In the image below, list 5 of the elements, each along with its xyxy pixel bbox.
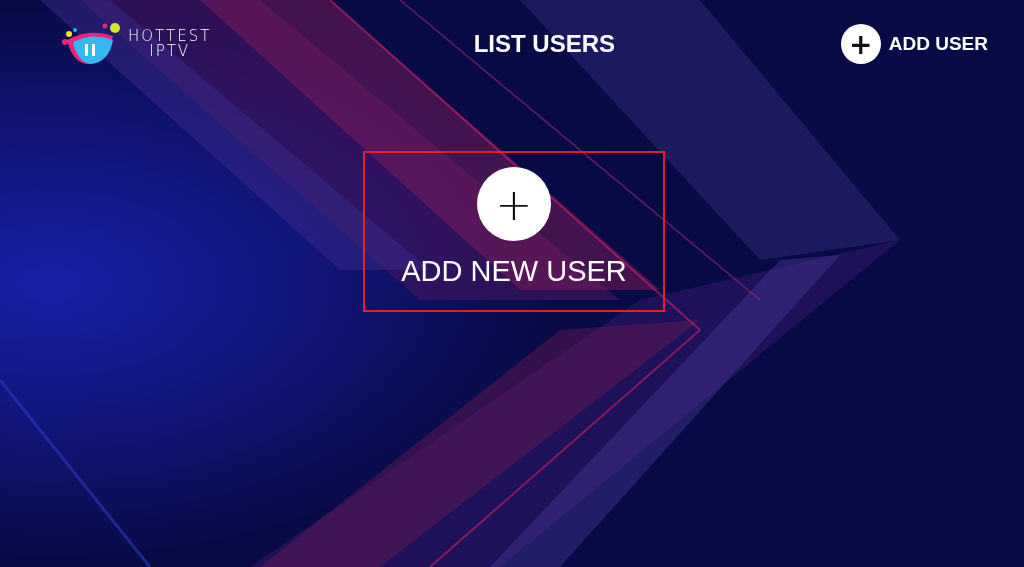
logo-text: HOTTEST <box>128 29 212 44</box>
add-user-button[interactable]: + ADD USER <box>840 24 988 64</box>
logo-text: IPTV <box>149 44 191 59</box>
page-title: LIST USERS <box>473 30 616 58</box>
add-new-user-button[interactable]: + ADD NEW USER <box>363 151 665 312</box>
